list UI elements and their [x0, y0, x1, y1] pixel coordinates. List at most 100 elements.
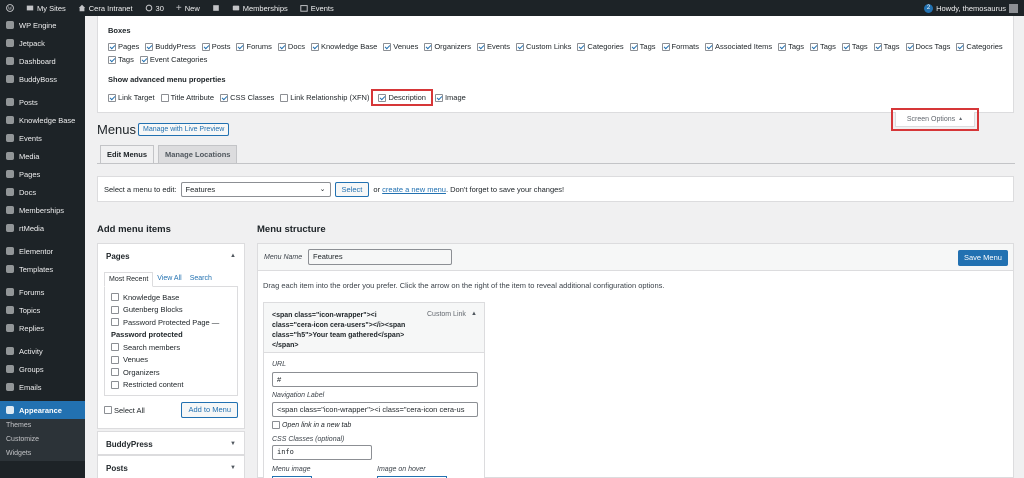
- sidebar-item-replies[interactable]: Replies: [0, 319, 85, 337]
- sidebar-item-pages[interactable]: Pages: [0, 165, 85, 183]
- my-sites-menu[interactable]: My Sites: [20, 0, 72, 16]
- buddyboss-icon: [6, 75, 14, 83]
- option-tags[interactable]: Tags: [841, 42, 868, 51]
- option-events[interactable]: Events: [477, 42, 510, 51]
- posts-accordion[interactable]: Posts ▼: [97, 455, 245, 478]
- appearance-submenu: Themes Customize Widgets: [0, 419, 85, 461]
- menu-name-input[interactable]: Features: [308, 249, 452, 265]
- option-posts[interactable]: Posts: [201, 42, 230, 51]
- option-docs-tags[interactable]: Docs Tags: [905, 42, 950, 51]
- sidebar-item-jetpack[interactable]: Jetpack: [0, 34, 85, 52]
- subtab-search[interactable]: Search: [186, 272, 216, 287]
- select-all-checkbox[interactable]: Select All: [104, 406, 145, 415]
- option-link-relationship-xfn-[interactable]: Link Relationship (XFN): [280, 93, 369, 102]
- page-checkbox-item[interactable]: Venues: [111, 354, 231, 367]
- option-formats[interactable]: Formats: [661, 42, 699, 51]
- theme-menu[interactable]: [206, 0, 226, 16]
- screen-options-toggle[interactable]: Screen Options ▲: [891, 108, 979, 131]
- page-checkbox-item[interactable]: Gutenberg Blocks: [111, 304, 231, 317]
- sidebar-item-docs[interactable]: Docs: [0, 183, 85, 201]
- page-label: Search members: [123, 342, 181, 352]
- sidebar-item-topics[interactable]: Topics: [0, 301, 85, 319]
- option-description[interactable]: Description: [371, 89, 433, 106]
- site-name-menu[interactable]: Cera Intranet: [72, 0, 139, 16]
- select-button[interactable]: Select: [334, 181, 370, 197]
- sidebar-item-dashboard[interactable]: Dashboard: [0, 52, 85, 70]
- option-pages[interactable]: Pages: [108, 42, 139, 51]
- nav-label-input[interactable]: <span class="icon-wrapper"><i class="cer…: [272, 402, 478, 417]
- option-tags[interactable]: Tags: [809, 42, 836, 51]
- submenu-item-themes[interactable]: Themes: [0, 419, 85, 433]
- option-buddypress[interactable]: BuddyPress: [145, 42, 196, 51]
- menu-item-header[interactable]: <span class="icon-wrapper"><i class="cer…: [264, 303, 484, 353]
- sidebar-item-wp-engine[interactable]: WP Engine: [0, 16, 85, 34]
- option-css-classes[interactable]: CSS Classes: [220, 93, 274, 102]
- submenu-item-customize[interactable]: Customize: [0, 433, 85, 447]
- wp-logo-menu[interactable]: W: [0, 0, 20, 16]
- create-menu-link[interactable]: create a new menu: [382, 185, 446, 194]
- sidebar-item-media[interactable]: Media: [0, 147, 85, 165]
- css-classes-input[interactable]: info: [272, 445, 372, 460]
- option-categories[interactable]: Categories: [956, 42, 1003, 51]
- option-image[interactable]: Image: [434, 93, 466, 102]
- notification-badge[interactable]: 2: [924, 3, 934, 13]
- option-tags[interactable]: Tags: [873, 42, 900, 51]
- sidebar-item-groups[interactable]: Groups: [0, 360, 85, 378]
- checkbox-checked-icon: [956, 42, 965, 51]
- save-menu-button[interactable]: Save Menu: [958, 250, 1008, 266]
- memberships-menu[interactable]: Memberships: [226, 0, 294, 16]
- buddypress-accordion[interactable]: BuddyPress ▼: [97, 431, 245, 455]
- page-checkbox-item[interactable]: Knowledge Base: [111, 291, 231, 304]
- option-associated-items[interactable]: Associated Items: [705, 42, 772, 51]
- page-checkbox-item[interactable]: Organizers: [111, 366, 231, 379]
- sidebar-item-label: WP Engine: [19, 20, 57, 30]
- add-to-menu-button[interactable]: Add to Menu: [181, 402, 238, 418]
- topics-icon: [6, 306, 14, 314]
- option-custom-links[interactable]: Custom Links: [515, 42, 571, 51]
- option-tags[interactable]: Tags: [629, 42, 656, 51]
- sidebar-item-activity[interactable]: Activity: [0, 342, 85, 360]
- option-title-attribute[interactable]: Title Attribute: [160, 93, 214, 102]
- option-docs[interactable]: Docs: [277, 42, 305, 51]
- sidebar-item-elementor[interactable]: Elementor: [0, 242, 85, 260]
- tab-manage-locations[interactable]: Manage Locations: [158, 145, 238, 163]
- option-event-categories[interactable]: Event Categories: [139, 55, 207, 64]
- account-menu[interactable]: 2 Howdy, themosaurus: [918, 0, 1024, 16]
- option-forums[interactable]: Forums: [236, 42, 272, 51]
- caret-up-icon[interactable]: ▲: [471, 311, 477, 317]
- updates-menu[interactable]: 30: [139, 0, 170, 16]
- new-content-menu[interactable]: + New: [170, 0, 206, 16]
- page-label: Knowledge Base: [123, 292, 180, 302]
- option-tags[interactable]: Tags: [778, 42, 804, 51]
- subtab-view-all[interactable]: View All: [153, 272, 185, 287]
- sidebar-item-rtmedia[interactable]: rtMedia: [0, 219, 85, 237]
- sidebar-item-forums[interactable]: Forums: [0, 283, 85, 301]
- sidebar-item-knowledge-base[interactable]: Knowledge Base: [0, 111, 85, 129]
- option-tags[interactable]: Tags: [108, 55, 134, 64]
- sidebar-item-memberships[interactable]: Memberships: [0, 201, 85, 219]
- option-link-target[interactable]: Link Target: [108, 93, 155, 102]
- url-input[interactable]: #: [272, 372, 478, 387]
- page-checkbox-item[interactable]: Password Protected Page —: [111, 316, 231, 329]
- new-tab-checkbox[interactable]: Open link in a new tab: [272, 421, 351, 429]
- pages-accordion-header[interactable]: Pages ▲: [98, 244, 244, 268]
- page-checkbox-item[interactable]: Search members: [111, 341, 231, 354]
- sidebar-item-templates[interactable]: Templates: [0, 260, 85, 278]
- sidebar-item-appearance[interactable]: Appearance: [0, 401, 85, 419]
- tab-edit-menus[interactable]: Edit Menus: [100, 145, 155, 163]
- sidebar-item-emails[interactable]: Emails: [0, 378, 85, 396]
- events-menu[interactable]: Events: [294, 0, 340, 16]
- menu-select[interactable]: Features ⌄: [180, 181, 331, 197]
- checkbox-checked-icon: [629, 42, 638, 51]
- subtab-most-recent[interactable]: Most Recent: [104, 272, 154, 287]
- option-categories[interactable]: Categories: [577, 42, 624, 51]
- live-preview-button[interactable]: Manage with Live Preview: [138, 123, 230, 136]
- sidebar-item-events[interactable]: Events: [0, 129, 85, 147]
- sidebar-item-posts[interactable]: Posts: [0, 93, 85, 111]
- page-checkbox-item[interactable]: Restricted content: [111, 379, 231, 392]
- option-organizers[interactable]: Organizers: [424, 42, 471, 51]
- submenu-item-widgets[interactable]: Widgets: [0, 447, 85, 461]
- sidebar-item-buddyboss[interactable]: BuddyBoss: [0, 70, 85, 88]
- option-knowledge-base[interactable]: Knowledge Base: [311, 42, 377, 51]
- option-venues[interactable]: Venues: [383, 42, 418, 51]
